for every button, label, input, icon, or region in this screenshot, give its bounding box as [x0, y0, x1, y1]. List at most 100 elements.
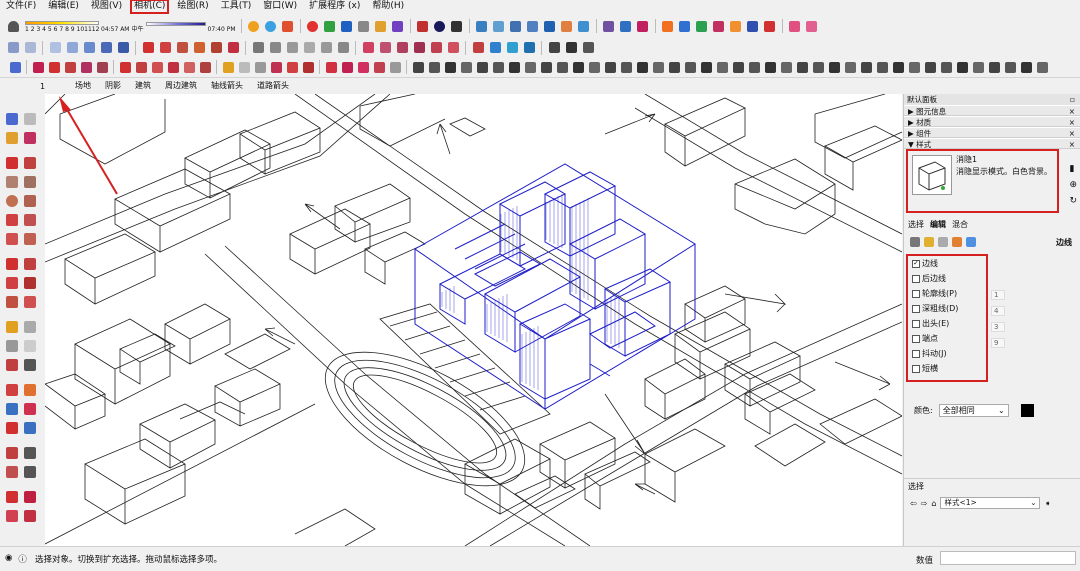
- forward-arrow-icon[interactable]: ⇨: [921, 499, 928, 508]
- close-icon[interactable]: ×: [1069, 117, 1075, 127]
- extension-icon-14[interactable]: [492, 19, 506, 33]
- scene-tab-road-arrows[interactable]: 道路箭头: [250, 79, 296, 93]
- zoom-extents-left-icon[interactable]: [6, 421, 20, 436]
- text-tool-icon[interactable]: [269, 60, 283, 74]
- watermark-settings-icon[interactable]: [952, 237, 962, 247]
- extension-icon-1[interactable]: [247, 19, 261, 33]
- sandbox-left-icon-1[interactable]: [6, 490, 20, 505]
- style-texture-icon[interactable]: [116, 41, 130, 55]
- view-iso-icon[interactable]: [6, 41, 20, 55]
- plugin-icon-34[interactable]: [939, 60, 953, 74]
- look-around-icon[interactable]: [24, 446, 38, 461]
- tray-pin-icon[interactable]: ▫: [1070, 94, 1075, 105]
- select-tool-icon[interactable]: [6, 112, 20, 127]
- extension-icon-26[interactable]: [712, 19, 726, 33]
- face-settings-icon[interactable]: [924, 237, 934, 247]
- rotate-icon[interactable]: [158, 41, 172, 55]
- plugin-icon-37[interactable]: [987, 60, 1001, 74]
- extension-icon-24[interactable]: [678, 19, 692, 33]
- scene-tab-axis-arrows[interactable]: 轴线箭头: [204, 79, 250, 93]
- extension-icon-12[interactable]: [450, 19, 464, 33]
- extension-icon-30[interactable]: [788, 19, 802, 33]
- tray-materials[interactable]: ▶ 材质 ×: [904, 116, 1080, 127]
- edge-option-dashes[interactable]: 短横: [908, 361, 986, 376]
- plugin-icon-26[interactable]: [811, 60, 825, 74]
- section-icon-1[interactable]: [488, 41, 502, 55]
- plugin-icon-19[interactable]: [699, 60, 713, 74]
- scale-icon[interactable]: [175, 41, 189, 55]
- extension-icon-9[interactable]: [391, 19, 405, 33]
- extension-icon-20[interactable]: [602, 19, 616, 33]
- details-arrow-icon[interactable]: ➧: [1044, 499, 1051, 508]
- menu-camera[interactable]: 相机(C): [130, 0, 170, 14]
- scene-tab-shadow[interactable]: 阴影: [98, 79, 128, 93]
- layer-icon-1[interactable]: [547, 41, 561, 55]
- extension-icon-8[interactable]: [374, 19, 388, 33]
- plugin-icon-24[interactable]: [779, 60, 793, 74]
- plugin-icon-18[interactable]: [683, 60, 697, 74]
- orbit-icon[interactable]: [340, 60, 354, 74]
- layer-icon-2[interactable]: [564, 41, 578, 55]
- plugin-icon-36[interactable]: [971, 60, 985, 74]
- eraser-icon[interactable]: [31, 60, 45, 74]
- line-icon[interactable]: [63, 60, 77, 74]
- protractor-icon[interactable]: [253, 60, 267, 74]
- edge-option-back[interactable]: 后边线: [908, 271, 986, 286]
- checkbox-profiles[interactable]: [912, 289, 920, 298]
- tape-left-icon[interactable]: [6, 320, 20, 335]
- checkbox-endpoints[interactable]: [912, 334, 920, 343]
- style-xray-icon[interactable]: [48, 41, 62, 55]
- polygon-icon[interactable]: [24, 194, 38, 209]
- close-icon[interactable]: ×: [1069, 128, 1075, 138]
- axes-icon[interactable]: [471, 41, 485, 55]
- background-settings-icon[interactable]: [938, 237, 948, 247]
- section-icon-2[interactable]: [505, 41, 519, 55]
- sandbox-icon-2[interactable]: [378, 41, 392, 55]
- freehand-icon[interactable]: [24, 156, 38, 171]
- offset-tool-icon[interactable]: [198, 60, 212, 74]
- plugin-icon-6[interactable]: [491, 60, 505, 74]
- plugin-icon-2[interactable]: [427, 60, 441, 74]
- sandbox-left-icon-3[interactable]: [6, 509, 20, 524]
- checkbox-depth-cue[interactable]: [912, 304, 920, 313]
- paint-icon[interactable]: [324, 60, 338, 74]
- extension-icon-2[interactable]: [264, 19, 278, 33]
- edge-option-extension[interactable]: 出头(E): [908, 316, 986, 331]
- plugin-icon-16[interactable]: [651, 60, 665, 74]
- scale-tool-icon[interactable]: [182, 60, 196, 74]
- plugin-icon-9[interactable]: [539, 60, 553, 74]
- checkbox-jitter[interactable]: [912, 349, 920, 358]
- pan-left-icon[interactable]: [24, 383, 38, 398]
- depth-cue-field[interactable]: 4: [991, 306, 1005, 316]
- arc3-tool-icon[interactable]: [6, 232, 20, 247]
- edge-settings-icon[interactable]: [910, 237, 920, 247]
- sandbox-icon-4[interactable]: [412, 41, 426, 55]
- axes-tool-icon[interactable]: [285, 60, 299, 74]
- menu-file[interactable]: 文件(F): [4, 1, 38, 12]
- walk-icon[interactable]: [6, 465, 20, 480]
- plugin-icon-27[interactable]: [827, 60, 841, 74]
- plugin-icon-17[interactable]: [667, 60, 681, 74]
- pushpull-tool-icon[interactable]: [134, 60, 148, 74]
- edge-option-profiles[interactable]: 轮廓线(P): [908, 286, 986, 301]
- plugin-icon-40[interactable]: [1035, 60, 1049, 74]
- color-dropdown[interactable]: 全部相同 ⌄: [938, 404, 1009, 417]
- extension-icon-13[interactable]: [475, 19, 489, 33]
- drawing-viewport[interactable]: [45, 94, 902, 546]
- style-wire-icon[interactable]: [65, 41, 79, 55]
- extension-icon-6[interactable]: [340, 19, 354, 33]
- update-style-icon[interactable]: ▮: [1069, 164, 1077, 174]
- extension-icon-7[interactable]: [357, 19, 371, 33]
- edge-option-jitter[interactable]: 抖动(J): [908, 346, 986, 361]
- arc2-tool-icon[interactable]: [24, 213, 38, 228]
- plugin-icon-3[interactable]: [443, 60, 457, 74]
- protractor-left-icon[interactable]: [6, 339, 20, 354]
- menu-draw[interactable]: 绘图(R): [175, 1, 210, 12]
- paint-bucket-icon[interactable]: [6, 131, 20, 146]
- plugin-icon-12[interactable]: [587, 60, 601, 74]
- checkbox-back-edges[interactable]: [912, 274, 920, 283]
- extension-icon-21[interactable]: [619, 19, 633, 33]
- component-tool-icon[interactable]: [24, 112, 38, 127]
- menu-window[interactable]: 窗口(W): [261, 1, 299, 12]
- tray-entity-info[interactable]: ▶ 图元信息 ×: [904, 105, 1080, 116]
